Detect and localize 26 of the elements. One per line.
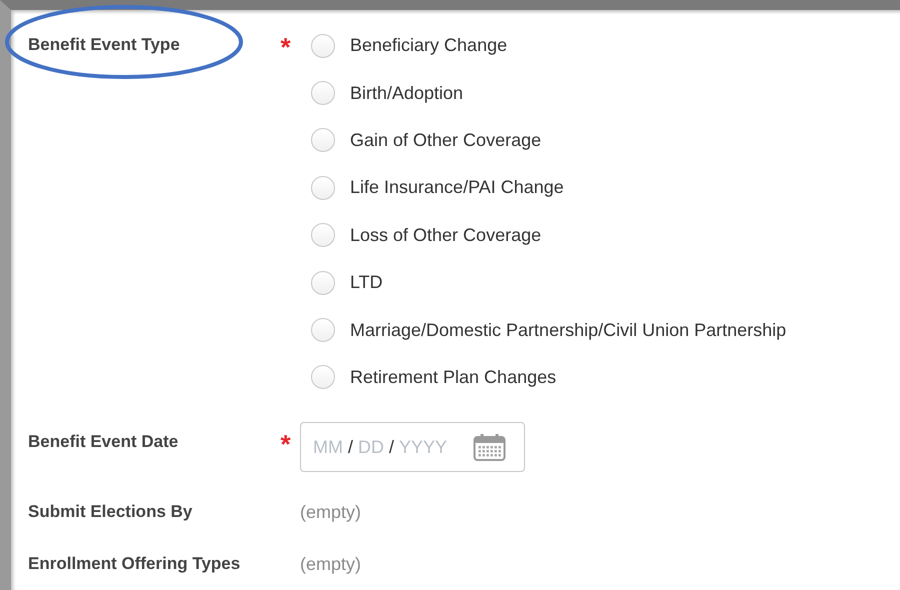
- required-mark: *: [280, 34, 291, 60]
- radio-button[interactable]: [311, 318, 335, 342]
- radio-label[interactable]: Gain of Other Coverage: [350, 130, 542, 151]
- calendar-icon[interactable]: [473, 433, 506, 462]
- radio-label[interactable]: Loss of Other Coverage: [350, 224, 542, 246]
- field-label: Benefit Event Type: [27, 34, 181, 56]
- radio-button[interactable]: [311, 34, 335, 58]
- radio-label[interactable]: Life Insurance/PAI Change: [350, 177, 564, 198]
- radio-button[interactable]: [311, 128, 335, 152]
- radio-label[interactable]: Beneficiary Change: [350, 35, 508, 56]
- field-label: Enrollment Offering Types: [27, 553, 242, 576]
- radio-label[interactable]: LTD: [350, 272, 383, 294]
- radio-button[interactable]: [311, 81, 335, 106]
- required-mark: *: [280, 431, 291, 458]
- field-value: (empty): [300, 554, 362, 575]
- radio-button[interactable]: [311, 223, 335, 248]
- radio-button[interactable]: [311, 176, 335, 200]
- field-label: Benefit Event Date: [27, 431, 180, 454]
- field-value: (empty): [300, 502, 362, 523]
- date-field[interactable]: MM / DD / YYYY: [300, 422, 525, 472]
- radio-label[interactable]: Marriage/Domestic Partnership/Civil Union Partnership: [350, 320, 786, 341]
- radio-label[interactable]: Birth/Adoption: [350, 82, 464, 104]
- radio-button[interactable]: [311, 270, 335, 295]
- field-label: Submit Elections By: [27, 501, 194, 524]
- radio-button[interactable]: [311, 365, 335, 390]
- radio-label[interactable]: Retirement Plan Changes: [350, 366, 556, 388]
